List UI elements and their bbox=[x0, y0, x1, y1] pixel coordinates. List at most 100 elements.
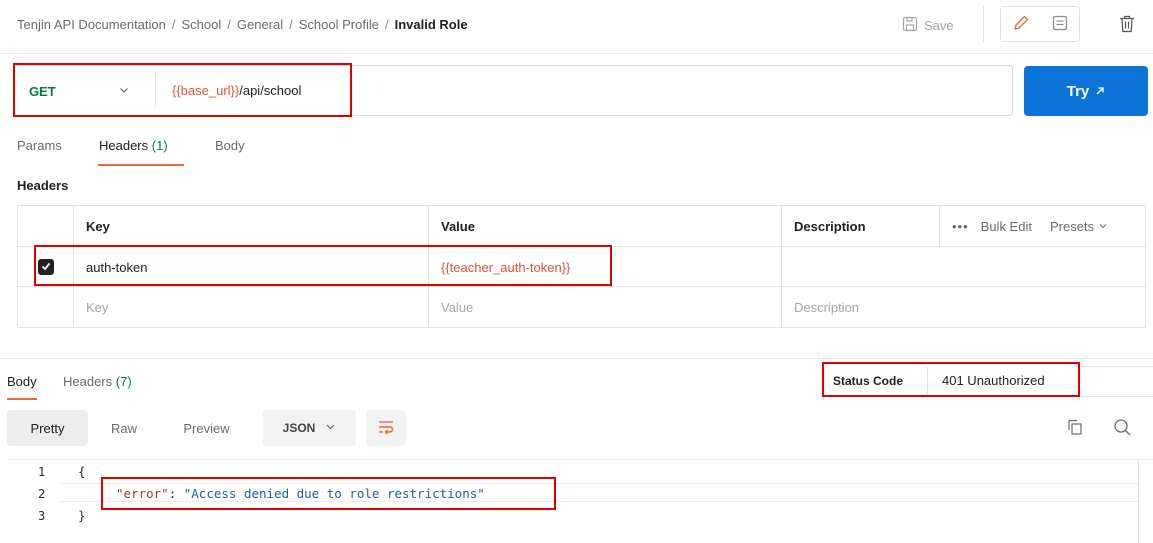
tab-count: (7) bbox=[115, 374, 132, 389]
active-tab-indicator bbox=[7, 398, 37, 400]
tab-label: Headers bbox=[99, 138, 149, 153]
breadcrumb-separator: / bbox=[384, 17, 389, 32]
code-divider bbox=[7, 459, 1153, 460]
copy-button[interactable] bbox=[1066, 418, 1084, 439]
save-label: Save bbox=[924, 17, 954, 33]
line-number: 1 bbox=[38, 465, 46, 479]
header-divider bbox=[0, 53, 1153, 54]
tab-label: Body bbox=[7, 374, 37, 389]
code-line: "error": "Access denied due to role rest… bbox=[116, 486, 485, 501]
response-tab-body[interactable]: Body bbox=[7, 374, 37, 389]
method-divider bbox=[155, 72, 156, 109]
page-title[interactable]: Invalid Role bbox=[395, 17, 468, 32]
code-line: } bbox=[78, 508, 86, 523]
breadcrumb-separator: / bbox=[171, 17, 176, 32]
view-mode-toggle bbox=[1000, 6, 1080, 42]
status-code-label: Status Code bbox=[833, 374, 904, 388]
try-button[interactable]: Try bbox=[1024, 66, 1148, 116]
chevron-down-icon bbox=[325, 421, 336, 435]
tab-count: (1) bbox=[151, 138, 168, 153]
comments-button[interactable] bbox=[1040, 7, 1079, 41]
comment-icon bbox=[1052, 15, 1068, 34]
breadcrumb: Tenjin API Documentation / School / General /… bbox=[17, 17, 468, 32]
column-header-value: Value bbox=[428, 206, 781, 246]
tab-body[interactable]: Body bbox=[215, 138, 245, 153]
url-input[interactable]: {{base_url}}/api/school bbox=[172, 83, 301, 98]
table-actions: ••• Bulk Edit Presets bbox=[939, 206, 1145, 246]
search-button[interactable] bbox=[1113, 418, 1132, 440]
headers-table: Key Value Description ••• Bulk Edit Pres… bbox=[17, 205, 1146, 328]
header-key-cell[interactable]: auth-token bbox=[73, 247, 428, 287]
code-scroll-edge bbox=[1138, 460, 1139, 543]
breadcrumb-item-school[interactable]: School bbox=[182, 17, 222, 32]
tab-label: Body bbox=[215, 138, 245, 153]
line-number: 3 bbox=[38, 509, 46, 523]
json-key: "error" bbox=[116, 486, 169, 501]
language-select-label: JSON bbox=[282, 421, 316, 435]
status-divider bbox=[927, 367, 928, 394]
column-header-key: Key bbox=[73, 206, 428, 246]
json-colon: : bbox=[168, 486, 184, 501]
breadcrumb-separator: / bbox=[289, 17, 293, 32]
pencil-icon bbox=[1012, 14, 1030, 35]
edit-button[interactable] bbox=[1001, 7, 1040, 41]
bulk-edit-button[interactable]: Bulk Edit bbox=[981, 219, 1032, 234]
row-checkbox-cell bbox=[18, 247, 73, 287]
delete-button[interactable] bbox=[1115, 12, 1139, 38]
new-value-input[interactable]: Value bbox=[428, 287, 781, 327]
wrap-lines-button[interactable] bbox=[366, 410, 406, 446]
new-description-input[interactable]: Description bbox=[781, 287, 1145, 327]
save-icon bbox=[902, 16, 918, 35]
save-button[interactable]: Save bbox=[902, 13, 954, 37]
format-tab-raw[interactable]: Raw bbox=[88, 410, 160, 446]
breadcrumb-item-general[interactable]: General bbox=[237, 17, 283, 32]
checkmark-icon bbox=[40, 260, 52, 275]
tab-params[interactable]: Params bbox=[17, 138, 62, 153]
method-select[interactable]: GET bbox=[29, 84, 56, 99]
format-tab-pretty[interactable]: Pretty bbox=[7, 410, 88, 446]
breadcrumb-separator: / bbox=[227, 17, 231, 32]
row-checkbox[interactable] bbox=[38, 259, 54, 275]
breadcrumb-item-collection[interactable]: Tenjin API Documentation bbox=[17, 17, 166, 32]
json-value: "Access denied due to role restrictions" bbox=[183, 486, 485, 501]
status-code-value: 401 Unauthorized bbox=[942, 373, 1045, 388]
request-url-bar bbox=[13, 65, 1013, 116]
table-row-empty: Key Value Description bbox=[18, 286, 1145, 327]
tab-headers[interactable]: Headers (1) bbox=[99, 138, 168, 153]
table-row: auth-token {{teacher_auth-token}} bbox=[18, 246, 1145, 287]
url-variable: {{base_url}} bbox=[172, 83, 240, 98]
presets-label: Presets bbox=[1049, 218, 1095, 234]
line-number: 2 bbox=[38, 487, 46, 501]
breadcrumb-item-school-profile[interactable]: School Profile bbox=[299, 17, 379, 32]
tab-label: Params bbox=[17, 138, 62, 153]
trash-icon bbox=[1119, 15, 1135, 36]
format-tab-preview[interactable]: Preview bbox=[160, 410, 253, 446]
presets-button[interactable]: Presets bbox=[1050, 219, 1108, 234]
more-options-button[interactable]: ••• bbox=[952, 219, 969, 234]
active-tab-indicator bbox=[98, 164, 184, 166]
tab-label: Headers bbox=[63, 374, 113, 389]
external-arrow-icon bbox=[1095, 83, 1105, 100]
wrap-lines-icon bbox=[377, 419, 395, 438]
table-header-row: Key Value Description ••• Bulk Edit Pres… bbox=[18, 206, 1145, 246]
response-divider bbox=[0, 358, 1153, 359]
header-value-cell[interactable]: {{teacher_auth-token}} bbox=[428, 247, 781, 287]
header-description-cell[interactable] bbox=[781, 247, 1145, 287]
status-rule bbox=[1080, 366, 1153, 367]
try-label: Try bbox=[1066, 82, 1090, 100]
language-select[interactable]: JSON bbox=[263, 410, 356, 446]
column-header-description: Description bbox=[781, 206, 939, 246]
chevron-down-icon bbox=[1098, 219, 1108, 234]
toolbar-divider bbox=[983, 6, 984, 42]
url-path: /api/school bbox=[239, 83, 302, 98]
response-tab-headers[interactable]: Headers (7) bbox=[63, 374, 132, 389]
row-checkbox-cell bbox=[18, 287, 73, 327]
chevron-down-icon[interactable] bbox=[118, 84, 130, 99]
checkbox-column-header bbox=[18, 206, 73, 246]
search-icon bbox=[1113, 419, 1132, 440]
format-tabs: Pretty Raw Preview bbox=[7, 410, 253, 446]
new-key-input[interactable]: Key bbox=[73, 287, 428, 327]
code-line: { bbox=[78, 464, 86, 479]
status-rule bbox=[1080, 396, 1153, 397]
copy-icon bbox=[1066, 419, 1084, 439]
